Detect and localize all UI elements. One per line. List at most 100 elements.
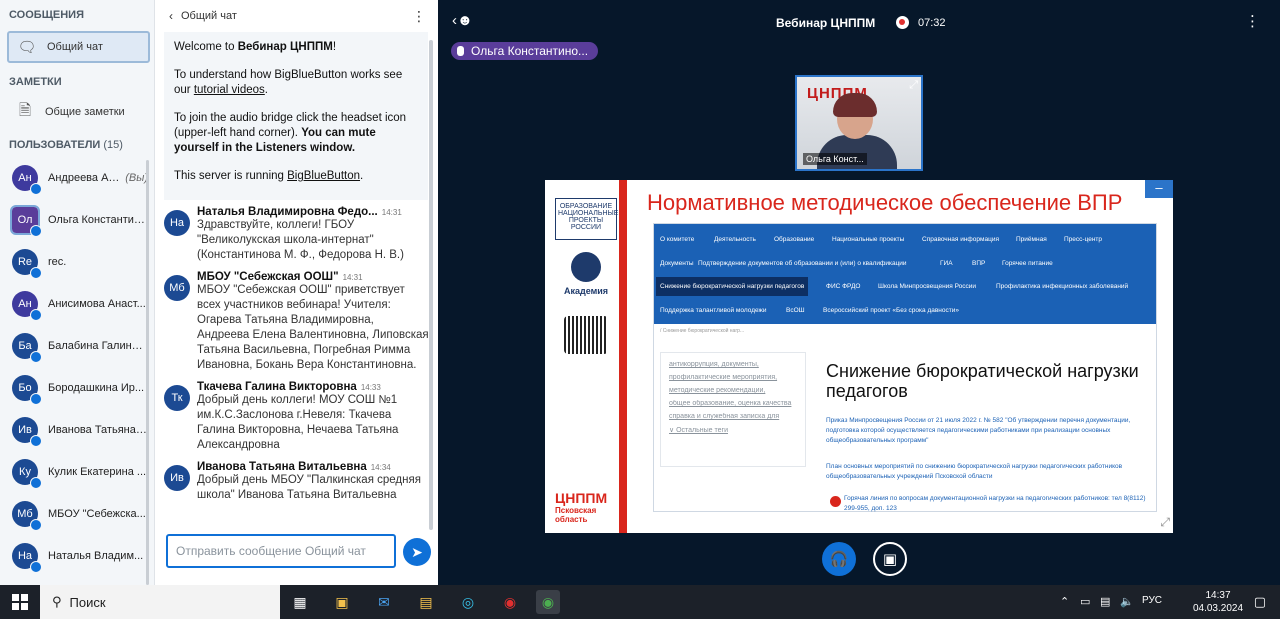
welcome-meeting-name: Вебинар ЦНППМ [237,41,333,53]
chat-scrollbar[interactable] [429,40,433,530]
recording-icon[interactable] [896,16,909,29]
chevron-left-icon[interactable]: ‹ [169,9,173,23]
message-header: Ткачева Галина Викторовна 14:33 [197,381,429,393]
expand-presentation-icon[interactable]: ⤢ [1160,515,1170,530]
audio-status-icon [30,561,42,573]
webcam-person-hair [833,93,877,117]
user-list-item[interactable]: Ив Иванова Татьяна ... [0,409,148,451]
store-icon[interactable]: ▣ [330,590,354,614]
system-tray: ⌃ ▭ ▤ 🔈 РУС 14:37 04.03.2024 ▢ [1060,585,1280,619]
welcome-suffix: ! [332,41,337,53]
user-name: Иванова Татьяна ... [48,424,148,436]
user-list-item[interactable]: На Наталья Владим... [0,535,148,577]
message-time: 14:34 [370,463,391,472]
chat-message: Ив Иванова Татьяна Витальевна 14:34 Добрый … [164,461,429,503]
webcam-video[interactable]: ЦНППМ Ольга Конст... ⤢ [795,75,923,171]
website-tag: методические рекомендации, [669,387,766,394]
chat-message-input[interactable] [166,534,396,568]
message-time: 14:33 [360,383,381,392]
file-explorer-icon[interactable]: ▤ [414,590,438,614]
users-section-title: ПОЛЬЗОВАТЕЛИ (15) [0,139,132,151]
user-avatar: Мб [12,501,42,531]
tutorial-videos-link[interactable]: tutorial videos [194,84,265,96]
mail-icon[interactable]: ✉ [372,590,396,614]
send-icon: ➤ [411,543,423,560]
notifications-icon[interactable]: ▢ [1254,594,1266,610]
website-nav-item: Поддержка талантливой молодежи [660,307,767,314]
windows-start-button[interactable] [12,594,28,610]
user-list-item[interactable]: Re rec. [0,241,148,283]
website-heading: Снижение бюрократической нагрузки педаго… [826,361,1139,401]
website-nav-item: Приёмная [1016,236,1047,243]
chat-title[interactable]: Общий чат [181,10,237,22]
message-avatar: Мб [164,275,190,301]
shared-notes-button[interactable]: 🗎 Общие заметки [7,96,150,128]
user-name: Наталья Владим... [48,550,144,562]
windows-taskbar: ⚲ Поиск ▦ ▣ ✉ ▤ ◎ ◉ ◉ ⌃ ▭ ▤ 🔈 РУС 14:37 … [0,585,1280,619]
audio-status-icon [30,267,42,279]
audio-headset-button[interactable]: 🎧 [822,542,856,576]
user-list-item[interactable]: Ку Кулик Екатерина ... [0,451,148,493]
user-name: МБОУ "Себежска... [48,508,146,520]
talking-indicator[interactable]: Ольга Константино... [451,42,599,60]
message-avatar: Тк [164,385,190,411]
academy-logo: Академия [555,252,617,296]
options-menu-icon[interactable]: ⋮ [1245,12,1260,30]
chat-message: Тк Ткачева Галина Викторовна 14:33 Добрый д… [164,381,429,453]
chevron-up-icon[interactable]: ⌃ [1060,595,1069,608]
welcome-server-text: This server is running [174,170,288,182]
chat-bubble-icon: 🗨 [17,39,37,56]
website-nav-item: Национальные проекты [832,236,905,243]
bigbluebutton-link[interactable]: BigBlueButton [287,170,360,182]
task-view-icon[interactable]: ▦ [288,590,312,614]
edge-browser-icon[interactable]: ◎ [456,590,480,614]
presentation-slide: ОБРАЗОВАНИЕ НАЦИОНАЛЬНЫЕ ПРОЕКТЫ РОССИИ … [545,180,1173,533]
volume-icon[interactable]: 🔈 [1120,595,1134,608]
public-chat-button[interactable]: 🗨 Общий чат [7,31,150,63]
microphone-icon [457,46,464,56]
user-name: rec. [48,256,67,268]
user-list-item[interactable]: Ол Ольга Константин... [0,199,148,241]
chat-options-icon[interactable]: ⋮ [412,8,426,25]
website-nav-item: Образование [774,236,815,243]
message-header: Иванова Татьяна Витальевна 14:34 [197,461,429,473]
user-list-item[interactable]: Ан Анисимова Анаст... [0,283,148,325]
messages-section-title: СООБЩЕНИЯ [9,9,84,21]
network-icon[interactable]: ▤ [1100,595,1110,608]
webcam-user-name: Ольга Конст... [803,153,867,165]
user-list: Ан Андреева Ал... (Вы) Ол Ольга Константин..… [0,157,148,577]
book-emblem-icon [564,316,608,354]
battery-icon[interactable]: ▭ [1080,595,1090,608]
language-indicator[interactable]: РУС [1142,595,1162,606]
chat-message: Мб МБОУ "Себежская ООШ" 14:31 МБОУ "Себежск… [164,271,429,373]
users-title-text: ПОЛЬЗОВАТЕЛИ [9,139,101,151]
website-nav-item: Документы [660,260,694,267]
user-list-toggle-icon[interactable]: ‹☻ [452,12,473,29]
minimize-presentation-button[interactable]: – [1145,180,1173,198]
webcam-toggle-button[interactable]: ▣ [873,542,907,576]
sidebar-scrollbar[interactable] [146,160,149,585]
chat-header: ‹ Общий чат ⋮ [155,0,438,32]
cnppm-logo-text: ЦНППМ [555,490,608,506]
user-name: Ольга Константин... [48,214,148,226]
camera-off-icon: ▣ [882,551,898,568]
system-clock[interactable]: 14:37 04.03.2024 [1191,589,1245,615]
audio-status-icon [30,393,42,405]
website-order-link: Приказ Минпросвещения России от 21 июля … [826,417,1131,444]
audio-status-icon [30,351,42,363]
user-list-item[interactable]: Мб МБОУ "Себежска... [0,493,148,535]
user-list-item[interactable]: Ба Балабина Галина ... [0,325,148,367]
user-list-item[interactable]: Бо Бородашкина Ир... [0,367,148,409]
send-message-button[interactable]: ➤ [403,538,431,566]
website-nav-item: Снижение бюрократической нагрузки педаго… [656,277,809,296]
fullscreen-icon[interactable]: ⤢ [909,79,918,92]
message-header: МБОУ "Себежская ООШ" 14:31 [197,271,429,283]
sidebar: СООБЩЕНИЯ 🗨 Общий чат ЗАМЕТКИ 🗎 Общие за… [0,0,155,585]
chrome-browser-icon[interactable]: ◉ [536,590,560,614]
user-list-item[interactable]: Ан Андреева Ал... (Вы) [0,157,148,199]
taskbar-search[interactable]: ⚲ Поиск [40,585,280,619]
slide-title: Нормативное методическое обеспечение ВПР [647,190,1123,215]
slide-logo-column: ОБРАЗОВАНИЕ НАЦИОНАЛЬНЫЕ ПРОЕКТЫ РОССИИ … [545,180,627,533]
yandex-browser-icon[interactable]: ◉ [498,590,522,614]
search-icon: ⚲ [52,594,62,609]
